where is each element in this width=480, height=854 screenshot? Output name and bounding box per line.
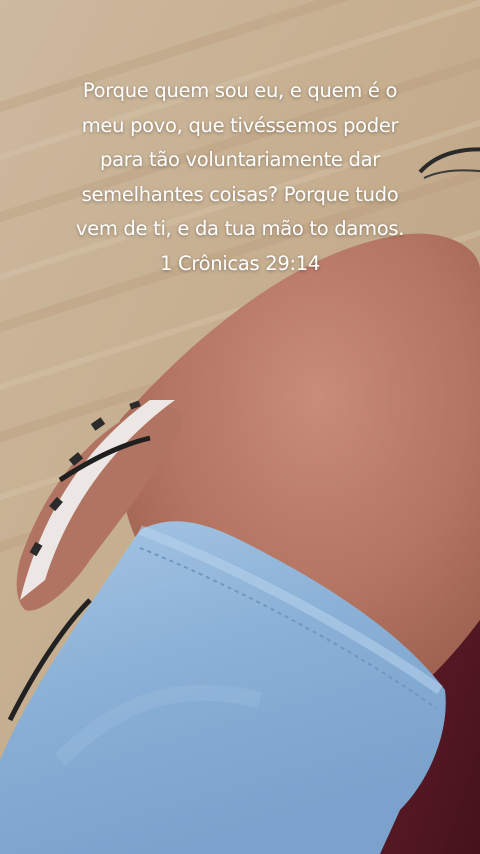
story-frame: Porque quem sou eu, e quem é o meu povo,… xyxy=(0,0,480,854)
verse-line: semelhantes coisas? Porque tudo xyxy=(81,182,399,206)
verse-text: Porque quem sou eu, e quem é o meu povo,… xyxy=(20,74,460,282)
verse-line: para tão voluntariamente dar xyxy=(100,148,380,172)
verse-line: vem de ti, e da tua mão to damos. xyxy=(75,217,405,241)
verse-line: meu povo, que tivéssemos poder xyxy=(81,113,399,137)
verse-reference: 1 Crônicas 29:14 xyxy=(160,251,320,275)
verse-line: Porque quem sou eu, e quem é o xyxy=(82,79,398,102)
